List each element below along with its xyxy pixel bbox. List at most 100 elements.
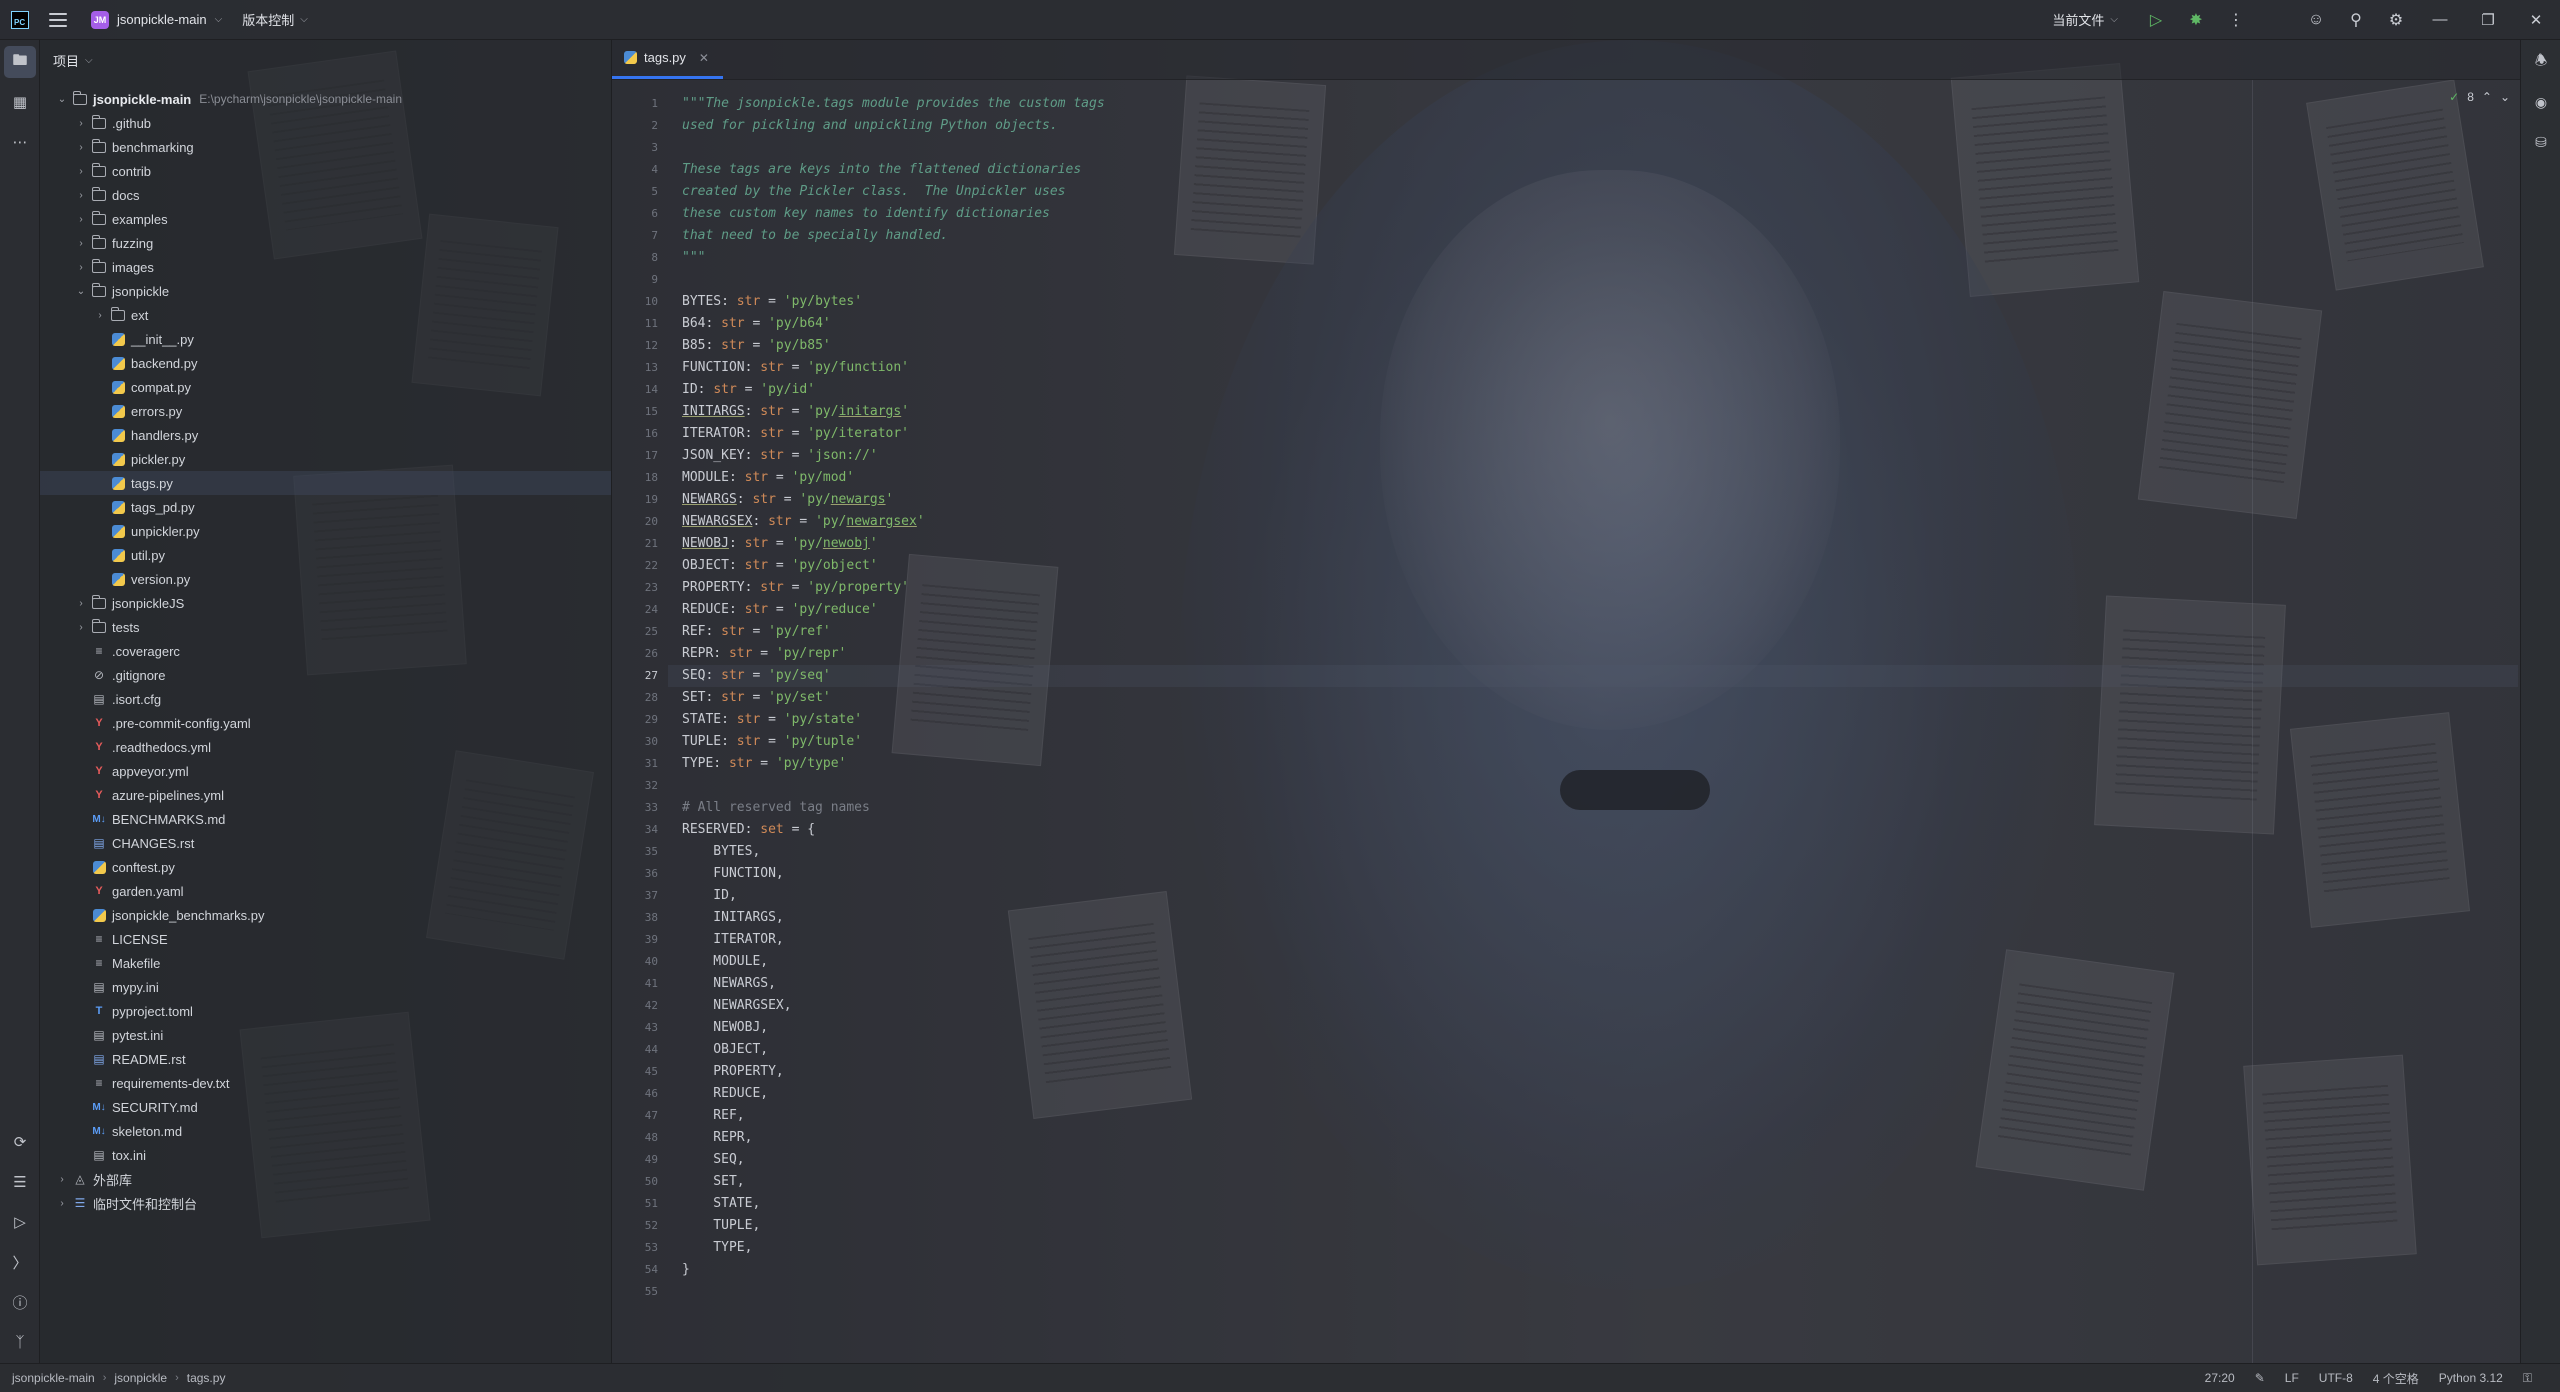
- code-line[interactable]: ID,: [682, 885, 737, 907]
- tree-item[interactable]: › contrib: [40, 159, 611, 183]
- more-tools-icon[interactable]: ⋯: [4, 126, 36, 158]
- code-line[interactable]: these custom key names to identify dicti…: [682, 203, 1050, 225]
- line-number[interactable]: 9: [618, 273, 658, 286]
- line-number[interactable]: 4: [618, 163, 658, 176]
- tree-item[interactable]: › ◬ 外部库: [40, 1167, 611, 1191]
- code-line[interactable]: INITARGS,: [682, 907, 783, 929]
- chevron-up-icon[interactable]: ⌃: [2482, 90, 2492, 104]
- code-line[interactable]: PROPERTY: str = 'py/property': [682, 577, 909, 599]
- tree-item[interactable]: Y .readthedocs.yml: [40, 735, 611, 759]
- code-line[interactable]: MODULE,: [682, 951, 768, 973]
- line-number[interactable]: 12: [618, 339, 658, 352]
- chevron-down-icon[interactable]: ⌄: [73, 286, 89, 297]
- chevron-right-icon[interactable]: ›: [73, 598, 89, 609]
- git-branch-icon[interactable]: ᛉ: [4, 1326, 36, 1358]
- code-line[interactable]: ID: str = 'py/id': [682, 379, 815, 401]
- tree-item[interactable]: › ext: [40, 303, 611, 327]
- line-number[interactable]: 35: [618, 845, 658, 858]
- chevron-right-icon[interactable]: ›: [73, 238, 89, 249]
- close-tab-icon[interactable]: ✕: [699, 51, 709, 65]
- line-number[interactable]: 11: [618, 317, 658, 330]
- project-switcher[interactable]: JM jsonpickle-main ⌵: [91, 10, 222, 29]
- tree-item[interactable]: jsonpickle_benchmarks.py: [40, 903, 611, 927]
- more-actions-icon[interactable]: ⋮: [2216, 0, 2256, 40]
- line-number[interactable]: 17: [618, 449, 658, 462]
- breadcrumb-item[interactable]: jsonpickle: [114, 1371, 167, 1385]
- tree-item[interactable]: › benchmarking: [40, 135, 611, 159]
- line-number[interactable]: 19: [618, 493, 658, 506]
- file-encoding[interactable]: UTF-8: [2319, 1371, 2353, 1385]
- line-number[interactable]: 24: [618, 603, 658, 616]
- run-icon[interactable]: ▷: [2136, 0, 2176, 40]
- code-line[interactable]: OBJECT: str = 'py/object': [682, 555, 878, 577]
- line-number[interactable]: 13: [618, 361, 658, 374]
- tree-item[interactable]: M↓ skeleton.md: [40, 1119, 611, 1143]
- line-number[interactable]: 28: [618, 691, 658, 704]
- structure-icon[interactable]: ▦: [4, 86, 36, 118]
- line-number[interactable]: 54: [618, 1263, 658, 1276]
- project-panel-header[interactable]: 项目 ⌵: [40, 40, 611, 80]
- python-interpreter[interactable]: Python 3.12: [2439, 1371, 2503, 1385]
- line-number[interactable]: 14: [618, 383, 658, 396]
- database-icon[interactable]: ⛁: [2525, 126, 2557, 158]
- code-line[interactable]: BYTES: str = 'py/bytes': [682, 291, 862, 313]
- settings-gear-icon[interactable]: ⚙: [2376, 0, 2416, 40]
- code-line[interactable]: REF: str = 'py/ref': [682, 621, 831, 643]
- layers-icon[interactable]: ☰: [4, 1166, 36, 1198]
- line-number[interactable]: 50: [618, 1175, 658, 1188]
- code-line[interactable]: B64: str = 'py/b64': [682, 313, 831, 335]
- code-line[interactable]: """The jsonpickle.tags module provides t…: [682, 93, 1105, 115]
- tree-item[interactable]: conftest.py: [40, 855, 611, 879]
- tree-item[interactable]: ≡ requirements-dev.txt: [40, 1071, 611, 1095]
- tree-item[interactable]: ▤ pytest.ini: [40, 1023, 611, 1047]
- line-number[interactable]: 48: [618, 1131, 658, 1144]
- code-line[interactable]: SEQ: str = 'py/seq': [668, 665, 2518, 687]
- tree-item[interactable]: __init__.py: [40, 327, 611, 351]
- code-line[interactable]: RESERVED: set = {: [682, 819, 815, 841]
- tree-item[interactable]: ≡ LICENSE: [40, 927, 611, 951]
- chevron-right-icon[interactable]: ›: [73, 190, 89, 201]
- line-number[interactable]: 38: [618, 911, 658, 924]
- code-line[interactable]: B85: str = 'py/b85': [682, 335, 831, 357]
- code-line[interactable]: INITARGS: str = 'py/initargs': [682, 401, 909, 423]
- tree-item[interactable]: ≡ Makefile: [40, 951, 611, 975]
- tree-item[interactable]: Ygarden.yaml: [40, 879, 611, 903]
- line-number[interactable]: 23: [618, 581, 658, 594]
- notifications-bell-icon[interactable]: 🕭: [2525, 46, 2557, 78]
- inspection-widget[interactable]: ✓ 8 ⌃ ⌄: [2449, 90, 2510, 104]
- code-line[interactable]: TUPLE,: [682, 1215, 760, 1237]
- code-line[interactable]: NEWARGS,: [682, 973, 776, 995]
- python-packages-icon[interactable]: ⟳: [4, 1126, 36, 1158]
- line-number[interactable]: 45: [618, 1065, 658, 1078]
- code-line[interactable]: STATE,: [682, 1193, 760, 1215]
- line-number[interactable]: 51: [618, 1197, 658, 1210]
- line-number[interactable]: 39: [618, 933, 658, 946]
- line-number[interactable]: 46: [618, 1087, 658, 1100]
- code-line[interactable]: TYPE,: [682, 1237, 752, 1259]
- readonly-toggle-icon[interactable]: ✎: [2255, 1371, 2265, 1385]
- code-line[interactable]: NEWARGSEX: str = 'py/newargsex': [682, 511, 925, 533]
- line-number[interactable]: 31: [618, 757, 658, 770]
- chevron-right-icon[interactable]: ›: [54, 1198, 70, 1209]
- tree-item[interactable]: Tpyproject.toml: [40, 999, 611, 1023]
- tree-item[interactable]: › jsonpickleJS: [40, 591, 611, 615]
- line-number[interactable]: 3: [618, 141, 658, 154]
- line-number[interactable]: 44: [618, 1043, 658, 1056]
- line-number[interactable]: 22: [618, 559, 658, 572]
- services-run-icon[interactable]: ▷: [4, 1206, 36, 1238]
- minimize-button[interactable]: —: [2416, 0, 2464, 40]
- line-number[interactable]: 5: [618, 185, 658, 198]
- code-line[interactable]: NEWOBJ: str = 'py/newobj': [682, 533, 878, 555]
- tree-item[interactable]: › .github: [40, 111, 611, 135]
- project-tool-folder-icon[interactable]: 🖿: [4, 46, 36, 78]
- tree-item[interactable]: errors.py: [40, 399, 611, 423]
- chevron-right-icon[interactable]: ›: [92, 310, 108, 321]
- line-number[interactable]: 52: [618, 1219, 658, 1232]
- code-line[interactable]: that need to be specially handled.: [682, 225, 948, 247]
- line-number[interactable]: 1: [618, 97, 658, 110]
- code-line[interactable]: SET: str = 'py/set': [682, 687, 831, 709]
- code-line[interactable]: TYPE: str = 'py/type': [682, 753, 846, 775]
- chevron-right-icon[interactable]: ›: [73, 214, 89, 225]
- line-number[interactable]: 36: [618, 867, 658, 880]
- tree-item[interactable]: version.py: [40, 567, 611, 591]
